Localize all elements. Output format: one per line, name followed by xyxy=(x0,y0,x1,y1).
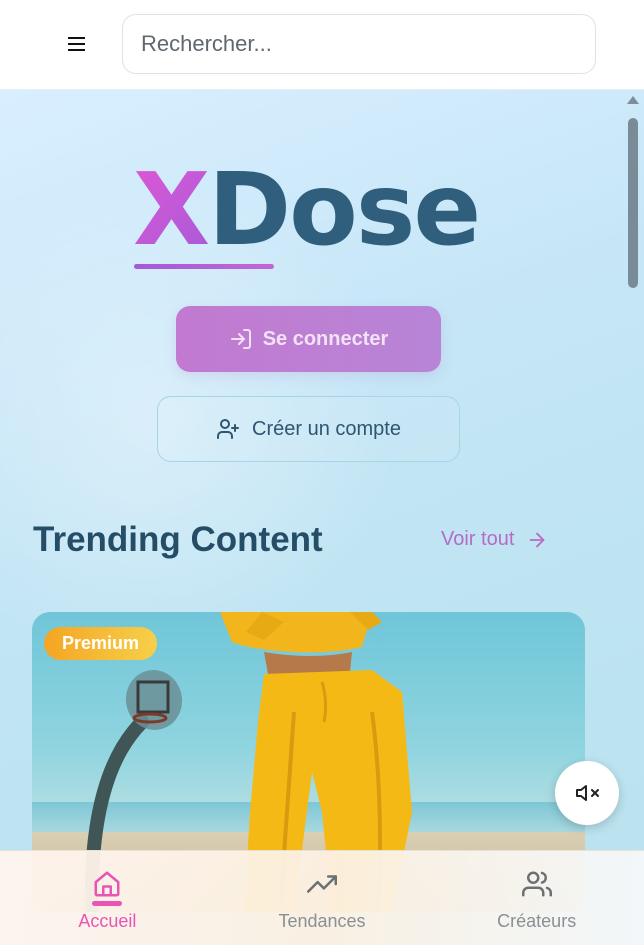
hamburger-icon xyxy=(68,37,85,51)
nav-label-creators: Créateurs xyxy=(497,911,577,931)
scroll-thumb[interactable] xyxy=(628,118,638,288)
menu-button[interactable] xyxy=(60,28,94,60)
search-input[interactable] xyxy=(123,15,595,73)
see-all-link[interactable]: Voir tout xyxy=(441,528,548,551)
logo-x: X xyxy=(133,151,210,268)
see-all-label: Voir tout xyxy=(441,528,515,550)
login-icon xyxy=(230,329,251,349)
login-label: Se connecter xyxy=(262,327,389,350)
logo-text: Dose xyxy=(208,151,481,268)
xdose-logo: X Dose xyxy=(133,150,481,270)
user-plus-icon xyxy=(217,419,240,439)
top-bar xyxy=(0,0,644,90)
home-icon xyxy=(94,871,120,897)
main-content[interactable]: X Dose Se connecter Créer un compte Tren… xyxy=(0,90,644,945)
logo-underline xyxy=(134,264,274,269)
signup-button[interactable]: Créer un compte xyxy=(157,396,460,462)
active-indicator xyxy=(92,901,123,906)
users-icon xyxy=(521,871,552,897)
volume-mute-icon xyxy=(576,785,599,801)
signup-label: Créer un compte xyxy=(252,417,401,440)
scrollbar[interactable] xyxy=(626,96,640,296)
search-box xyxy=(122,14,596,74)
nav-label-trending: Tendances xyxy=(278,911,366,931)
nav-label-home: Accueil xyxy=(78,911,137,931)
trending-up-icon xyxy=(307,875,337,893)
login-button[interactable]: Se connecter xyxy=(176,306,441,372)
arrow-right-icon xyxy=(530,532,545,547)
bottom-nav: Accueil Tendances Créateurs xyxy=(0,850,644,945)
premium-badge: Premium xyxy=(44,627,158,660)
nav-item-home[interactable]: Accueil xyxy=(0,851,215,945)
scroll-up-arrow[interactable] xyxy=(627,96,639,104)
nav-item-creators[interactable]: Créateurs xyxy=(429,851,644,945)
nav-item-trending[interactable]: Tendances xyxy=(215,851,430,945)
trending-title: Trending Content xyxy=(33,520,323,559)
mute-button[interactable] xyxy=(555,761,619,825)
